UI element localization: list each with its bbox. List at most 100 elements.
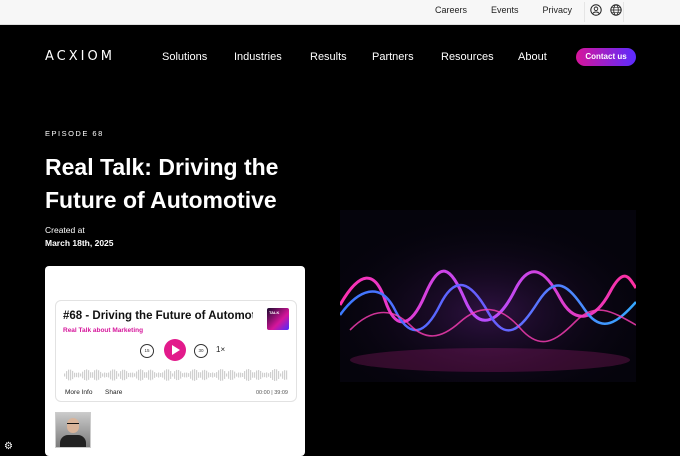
waveform-bar [284,370,286,380]
gear-icon[interactable]: ⚙ [4,441,13,452]
waveform-bar [126,371,128,379]
waveform-bar [268,373,270,377]
careers-link[interactable]: Careers [435,5,467,15]
episode-thumbnail: TALK [267,308,289,330]
waveform-bar [80,373,82,377]
nav-partners[interactable]: Partners [372,51,414,63]
waveform-bar [276,369,278,381]
waveform-bar [206,370,208,380]
waveform-bar [88,370,90,380]
contact-us-button[interactable]: Contact us [576,48,636,66]
page-main: ACXIOM Solutions Industries Results Part… [0,25,680,456]
waveform-bar [132,372,134,378]
waveform-bar [222,369,224,381]
waveform-bar [124,369,126,381]
thumbnail-text: TALK [269,310,280,315]
waveform-bar [128,372,130,378]
events-link[interactable]: Events [491,5,519,15]
waveform-bar [82,371,84,379]
waveform-bar [134,373,136,377]
waveform-bar [72,370,74,380]
user-icon[interactable] [590,4,602,16]
waveform-bar [98,370,100,380]
skip-back-icon[interactable]: 15 [140,344,154,358]
waveform-bar [170,371,172,379]
globe-icon[interactable] [610,4,622,16]
waveform[interactable] [64,367,288,383]
waveform-bar [278,371,280,379]
episode-number: EPISODE 68 [45,129,104,138]
waveform-bar [154,372,156,378]
waveform-bar [218,370,220,380]
waveform-bar [208,372,210,378]
waveform-bar [192,369,194,381]
waveform-bar [198,372,200,378]
waveform-bar [148,370,150,380]
play-button[interactable] [164,339,186,361]
waveform-bar [188,373,190,377]
waveform-bar [114,369,116,381]
waveform-bar [214,373,216,377]
waveform-bar [184,372,186,378]
nav-solutions[interactable]: Solutions [162,51,207,63]
more-info-link[interactable]: More Info [65,389,92,396]
show-name[interactable]: Real Talk about Marketing [63,327,143,334]
waveform-bar [120,371,122,379]
share-link[interactable]: Share [105,389,122,396]
nav-results[interactable]: Results [310,51,347,63]
waveform-bar [112,369,114,381]
nav-resources[interactable]: Resources [441,51,494,63]
page-title: Real Talk: Driving the Future of Automot… [45,154,279,213]
waveform-bar [122,369,124,381]
waveform-bar [158,372,160,378]
waveform-bar [252,372,254,378]
waveform-bar [168,369,170,381]
waveform-bar [130,372,132,378]
waveform-bar [280,373,282,377]
acxiom-logo[interactable]: ACXIOM [45,49,115,64]
waveform-bar [74,372,76,378]
waveform-bar [90,372,92,378]
waveform-bar [180,371,182,379]
waveform-bar [166,369,168,381]
waveform-bar [196,370,198,380]
waveform-bar [228,371,230,379]
waveform-bar [140,369,142,381]
waveform-bar [212,372,214,378]
waveform-bar [242,373,244,377]
waveform-bar [176,369,178,381]
playback-time: 00:00 | 39:09 [255,390,288,396]
episode-title: #68 - Driving the Future of Automotive [63,310,253,322]
waveform-bar [200,372,202,378]
waveform-bar [162,372,164,378]
waveform-bar [78,372,80,378]
waveform-bar [160,373,162,377]
waveform-bar [244,371,246,379]
podcast-card: #68 - Driving the Future of Automotive R… [45,266,305,456]
waveform-bar [110,370,112,380]
waveform-bar [164,370,166,380]
utility-icon-group [590,4,622,16]
guest-avatar [55,412,91,448]
waveform-bar [226,373,228,377]
waveform-bar [76,372,78,378]
waveform-bar [258,370,260,380]
created-date: March 18th, 2025 [45,238,114,248]
waveform-bar [272,370,274,380]
waveform-bar [86,369,88,381]
waveform-bar [96,369,98,381]
waveform-bar [190,371,192,379]
waveform-bar [138,369,140,381]
waveform-bar [182,373,184,377]
utility-bar: Careers Events Privacy [0,0,680,25]
privacy-link[interactable]: Privacy [542,5,572,15]
waveform-bar [210,373,212,377]
playback-speed[interactable]: 1× [216,345,225,354]
nav-about[interactable]: About [518,51,547,63]
waveform-bar [240,372,242,378]
waveform-bar [224,371,226,379]
skip-forward-icon[interactable]: 30 [194,344,208,358]
waveform-bar [92,372,94,378]
nav-industries[interactable]: Industries [234,51,282,63]
waveform-bar [100,371,102,379]
